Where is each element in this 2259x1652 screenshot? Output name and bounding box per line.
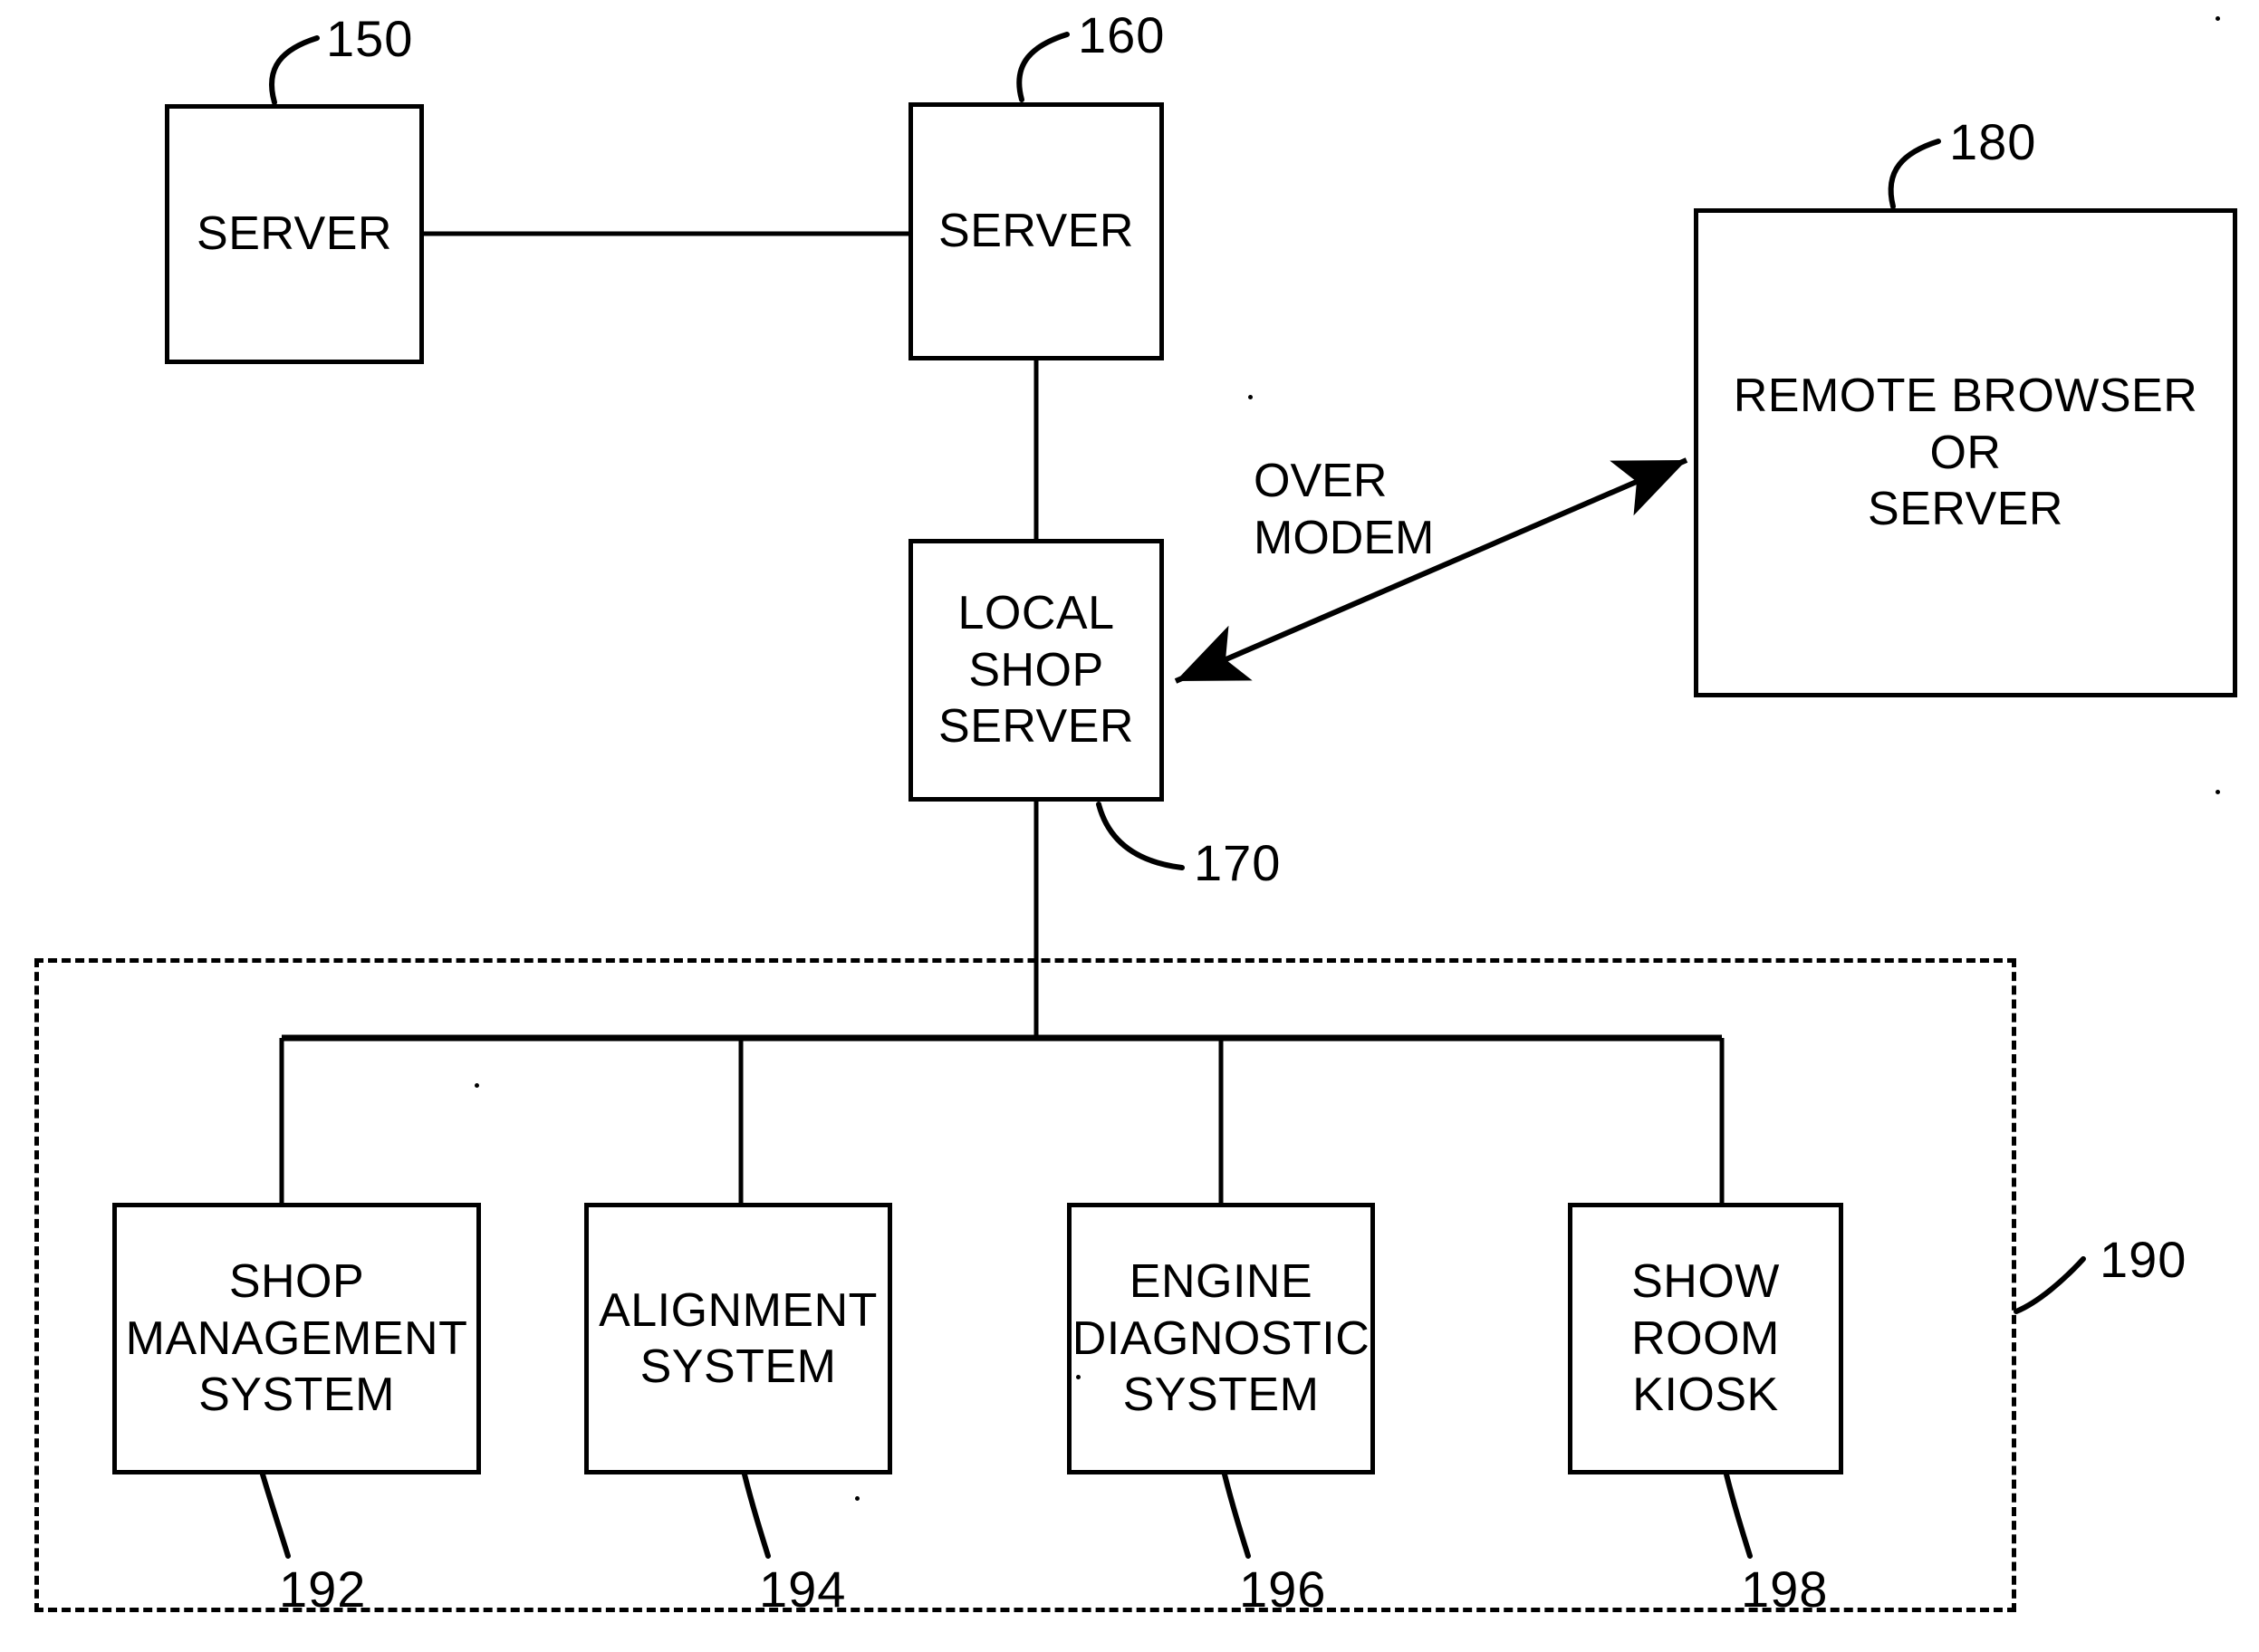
ref-number-192: 192 [279, 1561, 367, 1618]
ref-number-180: 180 [1949, 113, 2037, 170]
ref-number-198: 198 [1741, 1561, 1829, 1618]
node-show-room-kiosk-198[interactable]: SHOW ROOM KIOSK [1568, 1203, 1843, 1474]
node-show-room-kiosk-198-label: SHOW ROOM KIOSK [1631, 1255, 1780, 1422]
ref-number-160: 160 [1078, 6, 1166, 63]
ref-number-150: 150 [326, 10, 414, 67]
scan-speck [2216, 790, 2220, 794]
ref-number-194: 194 [759, 1561, 847, 1618]
leader-line-190 [2014, 1256, 2086, 1314]
scan-speck [1076, 1375, 1081, 1379]
node-server-150-label: SERVER [197, 207, 392, 261]
node-remote-browser-or-server-180-label: REMOTE BROWSER OR SERVER [1733, 370, 2198, 536]
scan-speck [2216, 16, 2220, 21]
node-engine-diagnostic-system-196[interactable]: ENGINE DIAGNOSTIC SYSTEM [1067, 1203, 1375, 1474]
leader-line-160 [1016, 32, 1070, 102]
node-server-160[interactable]: SERVER [908, 102, 1164, 360]
leader-line-170 [1096, 802, 1185, 870]
leader-line-180 [1888, 139, 1941, 209]
node-alignment-system-194[interactable]: ALIGNMENT SYSTEM [584, 1203, 892, 1474]
node-engine-diagnostic-system-196-label: ENGINE DIAGNOSTIC SYSTEM [1072, 1255, 1370, 1422]
ref-number-190: 190 [2100, 1231, 2187, 1288]
node-shop-management-system-192[interactable]: SHOP MANAGEMENT SYSTEM [112, 1203, 481, 1474]
scan-speck [855, 1496, 860, 1501]
node-local-shop-server-170-label: LOCAL SHOP SERVER [938, 587, 1134, 754]
node-local-shop-server-170[interactable]: LOCAL SHOP SERVER [908, 539, 1164, 802]
scan-speck [475, 1083, 479, 1088]
node-server-150[interactable]: SERVER [165, 104, 424, 364]
ref-number-196: 196 [1239, 1561, 1327, 1618]
ref-number-170: 170 [1194, 834, 1282, 891]
leader-line-150 [269, 35, 320, 105]
node-shop-management-system-192-label: SHOP MANAGEMENT SYSTEM [125, 1255, 468, 1422]
figure-canvas: SERVER SERVER REMOTE BROWSER OR SERVER L… [0, 0, 2259, 1652]
node-server-160-label: SERVER [938, 205, 1134, 258]
node-remote-browser-or-server-180[interactable]: REMOTE BROWSER OR SERVER [1694, 208, 2237, 697]
node-alignment-system-194-label: ALIGNMENT SYSTEM [599, 1283, 878, 1393]
scan-speck [1248, 395, 1253, 399]
edge-label-over-modem: OVER MODEM [1254, 455, 1435, 565]
